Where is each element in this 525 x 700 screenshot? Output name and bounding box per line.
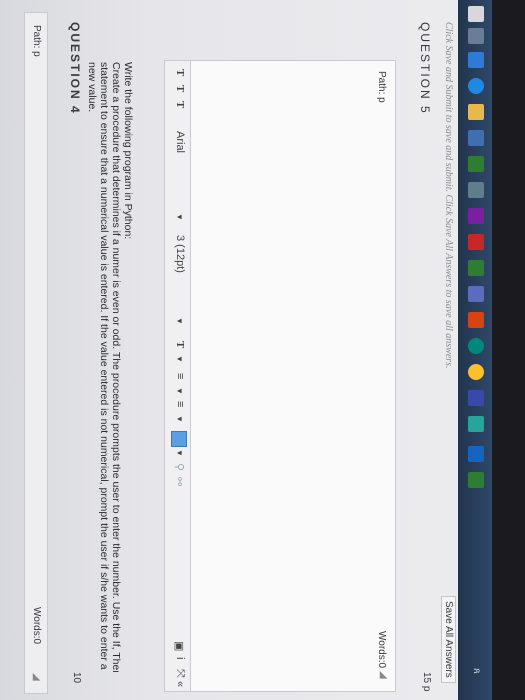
excel-icon[interactable] xyxy=(468,472,484,488)
save-all-answers-button[interactable]: Save All Answers xyxy=(441,596,456,683)
question-5-points: 15 p xyxy=(421,672,432,692)
file-explorer-icon[interactable] xyxy=(468,104,484,120)
spellcheck-icon[interactable] xyxy=(171,431,187,447)
app-icon[interactable] xyxy=(468,286,484,302)
app-icon[interactable] xyxy=(468,390,484,406)
resize-handle-icon[interactable]: ◢ xyxy=(378,671,389,679)
preview-icon[interactable]: ▣ xyxy=(173,641,186,651)
app-icon[interactable] xyxy=(468,260,484,276)
link-icon[interactable]: ⚲ xyxy=(173,463,186,471)
rotated-page: Path: p Words:0 ◢ QUESTION 4 10 Write th… xyxy=(0,0,492,700)
fullscreen-icon[interactable]: ⤧ xyxy=(173,669,186,678)
prompt-line: statement to ensure that a numerical val… xyxy=(98,62,110,670)
os-taskbar: ጸ xyxy=(458,0,492,700)
app-icon[interactable] xyxy=(468,416,484,432)
font-family-select[interactable]: Arial xyxy=(174,131,186,153)
office-icon[interactable] xyxy=(468,234,484,250)
answer-editor[interactable]: Path: p Words:0 ◢ xyxy=(190,60,396,692)
prompt-line: Write the following program in Python: xyxy=(122,62,134,240)
chevron-down-icon[interactable]: ▼ xyxy=(175,415,184,423)
format-t1-button[interactable]: T xyxy=(174,69,186,76)
chevron-down-icon[interactable]: ▼ xyxy=(175,213,184,221)
resize-handle-icon[interactable]: ◢ xyxy=(31,673,42,681)
collapse-icon[interactable]: « xyxy=(174,681,186,687)
screen: Path: p Words:0 ◢ QUESTION 4 10 Write th… xyxy=(0,0,492,700)
chevron-down-icon[interactable]: ▼ xyxy=(175,355,184,363)
editor-path-label: Path: p xyxy=(376,71,387,103)
app-icon[interactable] xyxy=(468,312,484,328)
chevron-down-icon[interactable]: ▼ xyxy=(175,317,184,325)
chevron-down-icon[interactable]: ▼ xyxy=(175,387,184,395)
text-color-button[interactable]: T xyxy=(174,341,186,348)
editor-word-count: Words:0 xyxy=(376,631,387,669)
question-4-points: 10 xyxy=(71,672,82,684)
chevron-down-icon[interactable]: ▼ xyxy=(175,449,184,457)
store-icon[interactable] xyxy=(468,130,484,146)
bullet-list-button[interactable]: ≡ xyxy=(174,373,186,379)
people-icon[interactable]: ጸ xyxy=(471,668,482,674)
question-4-title: QUESTION 4 xyxy=(68,22,82,115)
question-5-title: QUESTION 5 xyxy=(418,22,432,115)
app-icon[interactable] xyxy=(468,182,484,198)
numbered-list-button[interactable]: ≡ xyxy=(174,401,186,407)
onenote-icon[interactable] xyxy=(468,208,484,224)
format-t3-button[interactable]: T xyxy=(174,101,186,108)
app-icon[interactable] xyxy=(468,338,484,354)
editor-toolbar: T T T Arial ▼ 3 (12pt) ▼ T ▼ ≡ ▼ ≡ ▼ ▼ ⚲… xyxy=(164,60,192,692)
chrome-icon[interactable] xyxy=(468,364,484,380)
path-label: Path: p xyxy=(31,25,42,57)
unlink-icon[interactable]: ⚯ xyxy=(173,477,186,486)
previous-editor-statusbar: Path: p Words:0 ◢ xyxy=(24,12,48,694)
word-count: Words:0 xyxy=(31,607,42,645)
question-4-prompt: Write the following program in Python: C… xyxy=(86,62,134,672)
info-icon[interactable]: i xyxy=(174,657,186,659)
app-icon[interactable] xyxy=(468,156,484,172)
task-view-icon[interactable] xyxy=(468,28,484,44)
submit-instructions: Click Save and Submit to save and submit… xyxy=(443,22,454,369)
prompt-line: Create a procedure that determines if a … xyxy=(110,62,122,672)
word-icon[interactable] xyxy=(468,446,484,462)
format-t2-button[interactable]: T xyxy=(174,85,186,92)
prompt-line: new value. xyxy=(86,62,98,113)
font-size-select[interactable]: 3 (12pt) xyxy=(174,235,186,273)
windows-start-icon[interactable] xyxy=(468,6,484,22)
edge-browser-icon[interactable] xyxy=(468,78,484,94)
tile-app-icon[interactable] xyxy=(468,52,484,68)
